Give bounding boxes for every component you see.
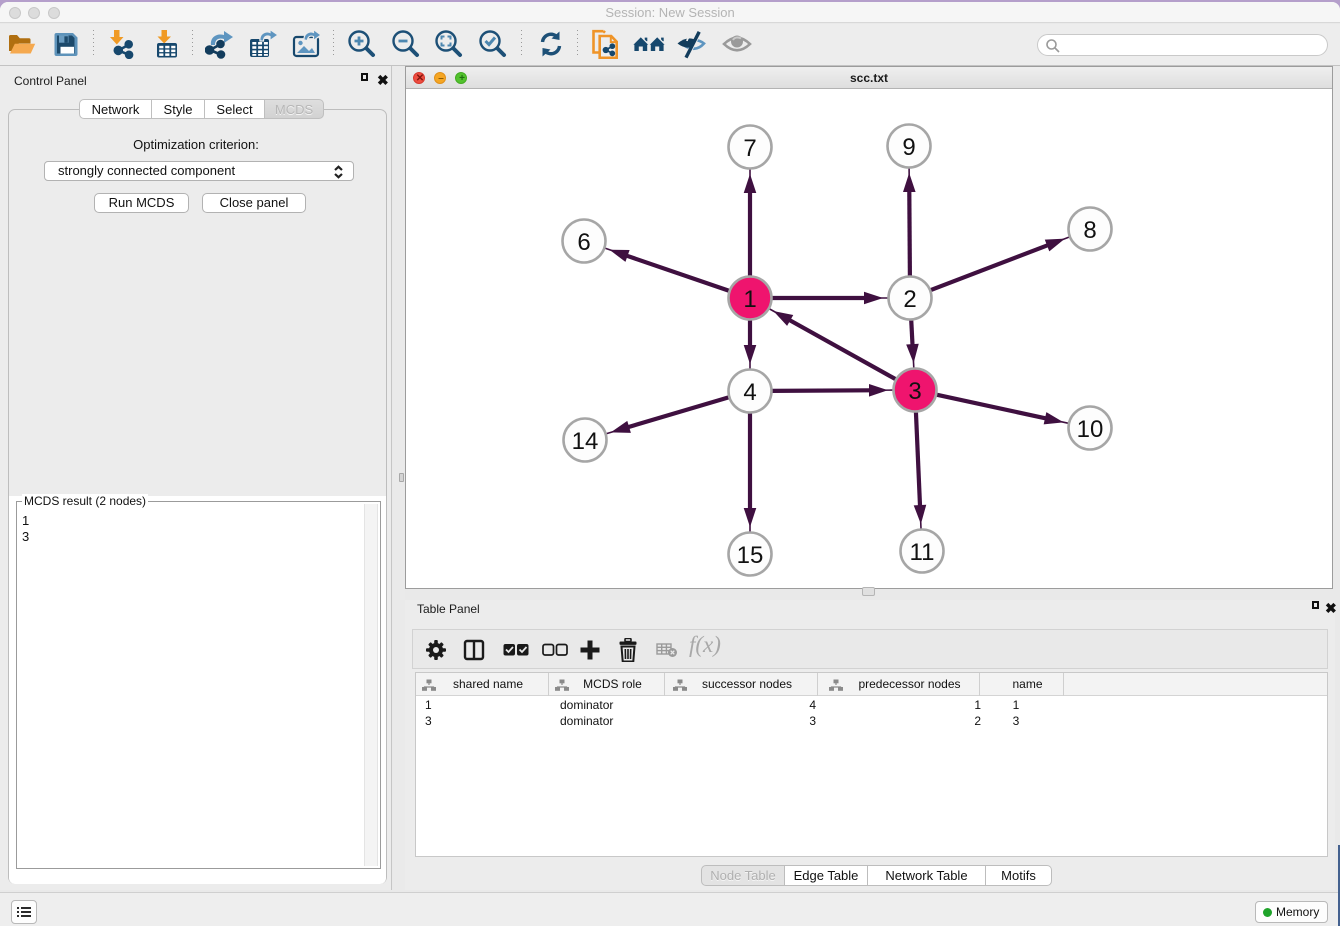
svg-text:3: 3: [908, 378, 921, 405]
svg-text:10: 10: [1077, 416, 1104, 443]
svg-text:2: 2: [903, 286, 916, 313]
svg-text:11: 11: [910, 539, 935, 566]
svg-text:8: 8: [1083, 217, 1096, 244]
svg-text:7: 7: [743, 135, 756, 162]
svg-text:6: 6: [577, 229, 590, 256]
svg-text:4: 4: [743, 379, 756, 406]
svg-text:15: 15: [737, 542, 764, 569]
svg-text:14: 14: [572, 428, 599, 455]
svg-text:9: 9: [902, 134, 915, 161]
svg-text:1: 1: [743, 286, 756, 313]
